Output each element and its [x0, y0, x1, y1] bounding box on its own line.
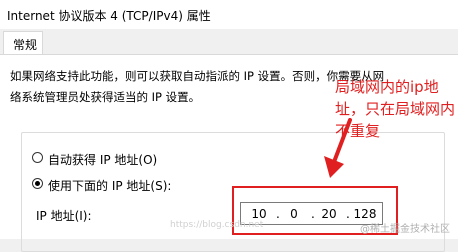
manual-ip-option[interactable]: 使用下面的 IP 地址(S): [32, 177, 171, 193]
arrow-down-icon [324, 118, 352, 178]
tab-general-label: 常规 [13, 38, 38, 52]
ip-address-label: IP 地址(I): [36, 209, 92, 223]
faint-watermark: https://blog.csdn.net [170, 220, 264, 230]
manual-ip-label: 使用下面的 IP 地址(S): [48, 179, 172, 193]
description-line-2: 络系统管理员处获得适当的 IP 设置。 [10, 90, 201, 104]
manual-ip-radio[interactable] [32, 178, 43, 189]
description-line-1: 如果网络支持此功能，则可以获取自动指派的 IP 设置。否则，你需要从网 [10, 69, 385, 83]
tab-general[interactable]: 常规 [3, 31, 43, 54]
window-title: Internet 协议版本 4 (TCP/IPv4) 属性 [7, 9, 211, 23]
tab-strip: 常规 [0, 29, 458, 54]
watermark: @稀土掘金技术社区 [360, 224, 450, 235]
title-bar: Internet 协议版本 4 (TCP/IPv4) 属性 [0, 0, 458, 29]
